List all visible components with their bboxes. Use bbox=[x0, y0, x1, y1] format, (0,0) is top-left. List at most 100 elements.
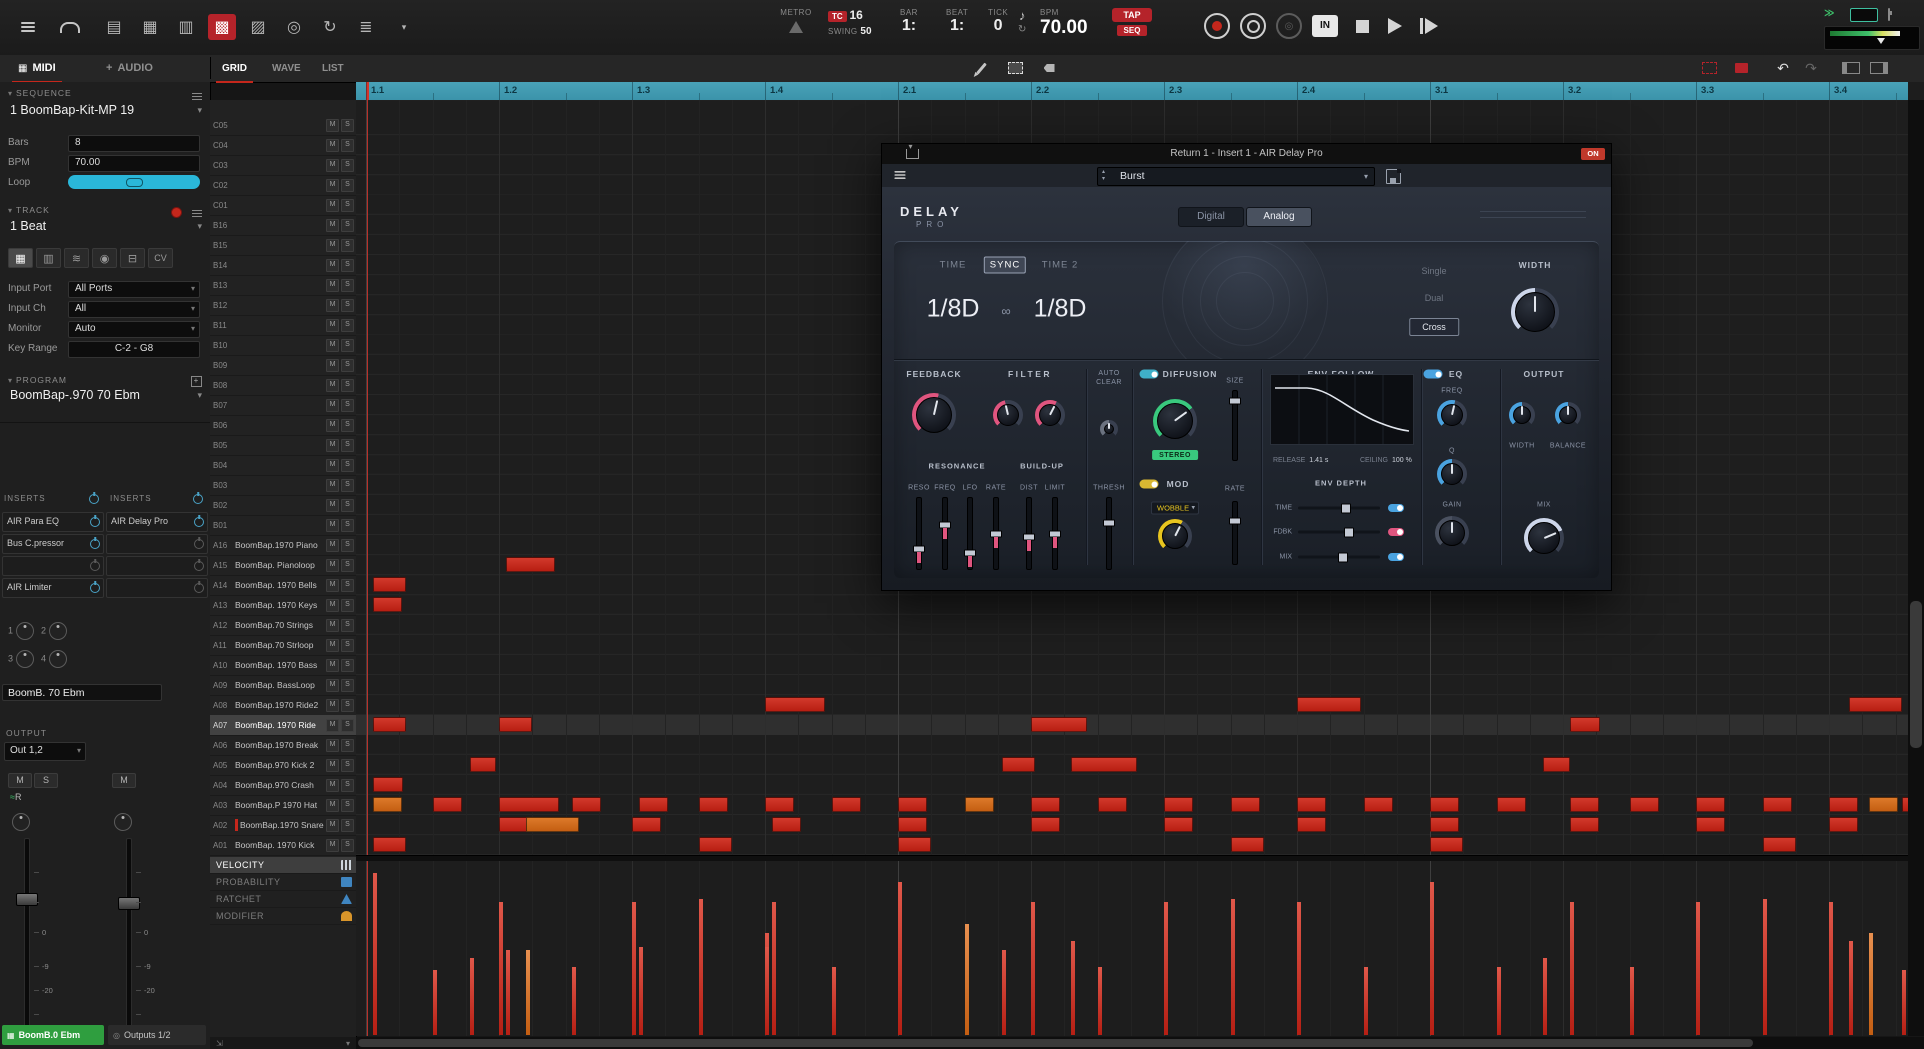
midi-note[interactable] bbox=[699, 797, 728, 812]
preset-spinner-icon[interactable]: ▴▾ bbox=[1102, 169, 1105, 183]
track-row-B02[interactable]: B02MS bbox=[210, 495, 356, 516]
solo-button[interactable]: S bbox=[341, 739, 354, 752]
mod-knob[interactable] bbox=[1158, 519, 1192, 553]
step-sequencer-icon[interactable]: ▨ bbox=[244, 14, 272, 40]
thresh-slider[interactable] bbox=[1106, 497, 1112, 570]
mute-button[interactable]: M bbox=[326, 159, 339, 172]
mute-button[interactable]: M bbox=[326, 279, 339, 292]
tab-wave[interactable]: WAVE bbox=[266, 55, 307, 81]
mute-button[interactable]: M bbox=[326, 619, 339, 632]
track-row-C01[interactable]: C01MS bbox=[210, 195, 356, 216]
res-freq-slider[interactable] bbox=[942, 497, 948, 570]
env-time-toggle[interactable] bbox=[1388, 504, 1404, 512]
midi-note[interactable] bbox=[1630, 797, 1659, 812]
solo-button[interactable]: S bbox=[341, 639, 354, 652]
undo-button[interactable]: ↶ bbox=[1772, 59, 1794, 77]
sequence-menu-icon[interactable] bbox=[192, 91, 202, 102]
midi-note[interactable] bbox=[1570, 797, 1599, 812]
velocity-bar[interactable] bbox=[1430, 882, 1434, 1035]
save-preset-icon[interactable] bbox=[1386, 169, 1401, 184]
velocity-bar[interactable] bbox=[506, 950, 510, 1035]
panel-toggle-tool[interactable] bbox=[1868, 59, 1890, 77]
lane-collapse-icon[interactable]: ▾ bbox=[346, 1039, 350, 1048]
mute-button[interactable]: M bbox=[326, 139, 339, 152]
power-icon[interactable] bbox=[90, 517, 100, 527]
solo-button[interactable]: S bbox=[341, 759, 354, 772]
lane-probability[interactable]: PROBABILITY bbox=[210, 874, 356, 891]
insert-slot[interactable]: Bus C.pressor bbox=[2, 534, 104, 554]
grid-editor-icon[interactable]: ▩ bbox=[208, 14, 236, 40]
midi-note[interactable] bbox=[373, 597, 402, 612]
seq-tempo-badge[interactable]: SEQ bbox=[1117, 25, 1147, 36]
mute-button[interactable]: M bbox=[326, 219, 339, 232]
track-row-B05[interactable]: B05MS bbox=[210, 435, 356, 456]
velocity-bar[interactable] bbox=[1696, 902, 1700, 1035]
solo-button[interactable]: S bbox=[341, 719, 354, 732]
midi-note[interactable] bbox=[898, 797, 927, 812]
track-row-A11[interactable]: A11BoomBap.70 StrloopMS bbox=[210, 635, 356, 656]
track-row-A10[interactable]: A10BoomBap. 1970 BassMS bbox=[210, 655, 356, 676]
midi-note[interactable] bbox=[965, 797, 994, 812]
solo-button[interactable]: S bbox=[341, 419, 354, 432]
record-in-button[interactable]: IN bbox=[1312, 15, 1338, 37]
power-icon[interactable] bbox=[194, 539, 204, 549]
mute-button[interactable]: M bbox=[326, 779, 339, 792]
midi-note[interactable] bbox=[572, 797, 601, 812]
note-value-icon[interactable]: ♪ bbox=[1018, 8, 1026, 23]
midi-note[interactable] bbox=[1297, 797, 1326, 812]
track-row-A07[interactable]: A07BoomBap. 1970 RideMS bbox=[210, 715, 356, 736]
pencil-tool[interactable] bbox=[970, 59, 992, 77]
current-pad-button[interactable]: ▦BoomB.0 Ebm bbox=[2, 1025, 104, 1045]
solo-button[interactable]: S bbox=[341, 839, 354, 852]
inserts-power-icon[interactable] bbox=[89, 494, 99, 504]
bar-counter[interactable]: BAR 1: bbox=[900, 8, 918, 35]
stop-button[interactable] bbox=[1356, 20, 1369, 33]
stereo-badge[interactable]: STEREO bbox=[1152, 450, 1198, 460]
track-row-B11[interactable]: B11MS bbox=[210, 315, 356, 336]
solo-button[interactable]: S bbox=[341, 339, 354, 352]
track-view-icon[interactable]: ▤ bbox=[100, 14, 128, 40]
insert-slot[interactable] bbox=[106, 578, 208, 598]
velocity-bar[interactable] bbox=[1630, 967, 1634, 1035]
track-row-A16[interactable]: A16BoomBap.1970 PianoMS bbox=[210, 535, 356, 556]
track-row-A12[interactable]: A12BoomBap.70 StringsMS bbox=[210, 615, 356, 636]
lane-modifier[interactable]: MODIFIER bbox=[210, 908, 356, 925]
track-row-A02[interactable]: A02BoomBap.1970 SnareMS bbox=[210, 815, 356, 836]
mute-button[interactable]: M bbox=[326, 639, 339, 652]
track-row-C05[interactable]: C05MS bbox=[210, 115, 356, 136]
mute-button[interactable]: M bbox=[326, 799, 339, 812]
mix-knob[interactable] bbox=[1524, 518, 1564, 558]
digital-mode-button[interactable]: Digital bbox=[1178, 207, 1244, 227]
velocity-bar[interactable] bbox=[832, 967, 836, 1035]
delay-right-value[interactable]: 1/8D bbox=[1034, 295, 1087, 324]
velocity-bar[interactable] bbox=[699, 899, 703, 1035]
midi-note[interactable] bbox=[1869, 797, 1898, 812]
velocity-bar[interactable] bbox=[373, 873, 377, 1035]
mute-button[interactable]: M bbox=[326, 479, 339, 492]
midi-note[interactable] bbox=[373, 837, 406, 852]
tab-time2[interactable]: TIME 2 bbox=[1037, 258, 1084, 273]
power-icon[interactable] bbox=[90, 583, 100, 593]
channel-mute-button[interactable]: M bbox=[112, 773, 136, 788]
mod-shape-select[interactable]: WOBBLE bbox=[1151, 502, 1199, 515]
input-channel-select[interactable]: All▾ bbox=[68, 301, 200, 318]
swing-value[interactable]: 50 bbox=[860, 26, 871, 37]
midi-note[interactable] bbox=[1297, 817, 1326, 832]
track-row-A09[interactable]: A09BoomBap. BassLoopMS bbox=[210, 675, 356, 696]
bars-field[interactable]: 8 bbox=[68, 135, 200, 152]
list-editor-icon[interactable]: ▥ bbox=[172, 14, 200, 40]
env-follow-graph[interactable] bbox=[1270, 374, 1414, 445]
hamburger-menu-icon[interactable] bbox=[14, 14, 42, 40]
master-meter[interactable] bbox=[1824, 26, 1920, 50]
region-zoom-tool[interactable] bbox=[1698, 59, 1720, 77]
solo-button[interactable]: S bbox=[341, 179, 354, 192]
midi-note[interactable] bbox=[1430, 797, 1459, 812]
track-row-B14[interactable]: B14MS bbox=[210, 255, 356, 276]
track-row-A06[interactable]: A06BoomBap.1970 BreakMS bbox=[210, 735, 356, 756]
metro-control[interactable]: METRO bbox=[768, 8, 824, 33]
channel-solo-button[interactable]: S bbox=[34, 773, 58, 788]
midi-note[interactable] bbox=[1696, 797, 1725, 812]
power-icon[interactable] bbox=[90, 539, 100, 549]
mute-button[interactable]: M bbox=[326, 579, 339, 592]
input-port-select[interactable]: All Ports▾ bbox=[68, 281, 200, 298]
